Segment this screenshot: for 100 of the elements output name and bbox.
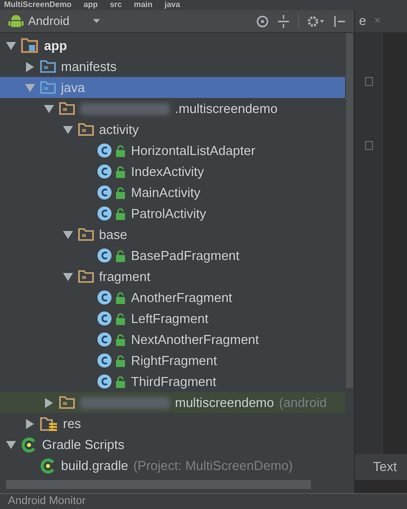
- lock-icon: [115, 354, 126, 366]
- collapse-icon[interactable]: [277, 14, 290, 28]
- tree-row[interactable]: NextAnotherFragment: [0, 329, 345, 350]
- expanded-arrow-icon[interactable]: [6, 440, 16, 450]
- breadcrumb[interactable]: java: [164, 0, 180, 10]
- expanded-arrow-icon[interactable]: [25, 82, 35, 92]
- tree-label: NextAnotherFragment: [131, 330, 259, 349]
- breadcrumb[interactable]: app: [84, 0, 98, 10]
- class-icon: [97, 290, 112, 305]
- tree-row[interactable]: Gradle Scripts: [0, 434, 345, 455]
- tree-label: HorizontalListAdapter: [131, 142, 256, 160]
- lock-icon: [115, 376, 126, 388]
- tree-row[interactable]: multiscreendemo (android: [0, 392, 345, 413]
- module-folder-icon: [21, 38, 39, 53]
- tree-row[interactable]: fragment: [0, 266, 345, 287]
- folder-icon: [40, 81, 56, 94]
- tree-label: app: [44, 36, 68, 55]
- tool-window-title[interactable]: Android Monitor: [8, 493, 86, 509]
- tree-label: build.gradle: [61, 456, 128, 475]
- tree-label: activity: [99, 120, 139, 139]
- class-icon: [97, 374, 112, 389]
- tree-row[interactable]: IndexActivity: [0, 161, 345, 182]
- lock-icon: [115, 166, 126, 178]
- fold-marker-icon[interactable]: [364, 77, 372, 86]
- tree-label: ThirdFragment: [131, 372, 216, 391]
- tree-row[interactable]: BasePadFragment: [0, 245, 345, 266]
- tree-label: multiscreendemo: [175, 394, 274, 412]
- view-dropdown[interactable]: Android: [28, 12, 100, 30]
- tab-label: e: [359, 12, 366, 30]
- tree-label: AnotherFragment: [131, 288, 232, 307]
- breadcrumb[interactable]: main: [134, 0, 152, 10]
- expanded-arrow-icon[interactable]: [6, 40, 16, 50]
- class-icon: [97, 206, 112, 221]
- class-icon: [97, 164, 112, 179]
- editor-tab[interactable]: e ×: [355, 10, 407, 33]
- gradle-icon: [40, 458, 56, 474]
- class-icon: [97, 332, 112, 347]
- tree-row[interactable]: AnotherFragment: [0, 287, 345, 308]
- expanded-arrow-icon[interactable]: [63, 272, 73, 282]
- tree-label: BasePadFragment: [131, 246, 240, 265]
- tree-row[interactable]: res: [0, 413, 345, 434]
- settings-icon[interactable]: [307, 14, 325, 28]
- lock-icon: [115, 292, 126, 304]
- class-icon: [97, 248, 112, 263]
- tree-label: RightFragment: [131, 352, 217, 370]
- android-icon: [8, 13, 24, 29]
- expanded-arrow-icon[interactable]: [63, 124, 73, 134]
- tree-label: LeftFragment: [131, 310, 208, 328]
- tree-label: manifests: [61, 58, 117, 76]
- lock-icon: [115, 208, 126, 220]
- tree-row[interactable]: MainActivity: [0, 182, 345, 203]
- tree-label: IndexActivity: [131, 162, 204, 181]
- tree-row[interactable]: build.gradle (Project: MultiScreenDemo): [0, 455, 345, 476]
- crosshair-icon[interactable]: [256, 14, 269, 28]
- tree-row[interactable]: manifests: [0, 56, 345, 77]
- class-icon: [97, 353, 112, 368]
- folder-icon: [78, 123, 94, 136]
- breadcrumb[interactable]: MultiScreenDemo: [4, 0, 72, 10]
- tree-row[interactable]: app: [0, 35, 345, 56]
- tree-row[interactable]: base: [0, 224, 345, 245]
- folder-icon: [78, 228, 94, 241]
- tree-row[interactable]: .multiscreendemo: [0, 98, 345, 119]
- folder-icon: [59, 102, 75, 115]
- tree-row[interactable]: HorizontalListAdapter: [0, 140, 345, 161]
- lock-icon: [115, 144, 126, 156]
- folder-icon: [40, 60, 56, 73]
- lock-icon: [115, 250, 126, 262]
- lock-icon: [115, 334, 126, 346]
- tree-row[interactable]: LeftFragment: [0, 308, 345, 329]
- expanded-arrow-icon[interactable]: [63, 230, 73, 240]
- tree-label: MainActivity: [131, 184, 200, 202]
- class-icon: [97, 143, 112, 158]
- tree-label-suffix: (android: [279, 394, 327, 412]
- tree-row[interactable]: PatrolActivity: [0, 203, 345, 224]
- collapsed-arrow-icon[interactable]: [44, 398, 54, 408]
- tree-label-suffix: (Project: MultiScreenDemo): [133, 456, 293, 475]
- resource-folder-icon: [40, 416, 58, 430]
- tree-label: .multiscreendemo: [175, 100, 278, 118]
- gradle-icon: [21, 436, 37, 452]
- tree-label: base: [99, 226, 128, 244]
- expanded-arrow-icon[interactable]: [44, 104, 54, 114]
- folder-icon: [59, 396, 75, 409]
- tree-row[interactable]: activity: [0, 119, 345, 140]
- class-icon: [97, 185, 112, 200]
- class-icon: [97, 311, 112, 326]
- collapsed-arrow-icon[interactable]: [25, 62, 35, 72]
- lock-icon: [115, 186, 126, 198]
- tree-row[interactable]: ThirdFragment: [0, 371, 345, 392]
- caret-icon: [93, 19, 100, 23]
- editor-bottom-tab[interactable]: Text: [355, 454, 407, 480]
- tree-label: java: [61, 78, 85, 97]
- tree-label: PatrolActivity: [131, 204, 206, 223]
- tree-label: fragment: [99, 268, 150, 286]
- folder-icon: [78, 270, 94, 283]
- fold-marker-icon[interactable]: [364, 141, 372, 150]
- pin-icon[interactable]: [333, 14, 346, 28]
- breadcrumb[interactable]: src: [110, 0, 122, 10]
- collapsed-arrow-icon[interactable]: [25, 418, 35, 428]
- lock-icon: [115, 312, 126, 324]
- tree-row[interactable]: RightFragment: [0, 350, 345, 371]
